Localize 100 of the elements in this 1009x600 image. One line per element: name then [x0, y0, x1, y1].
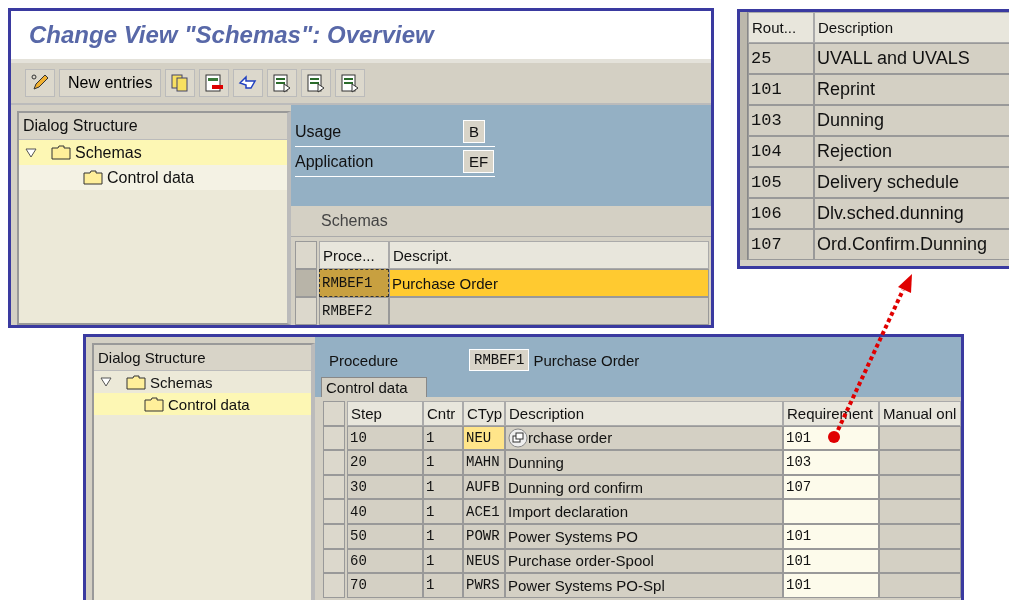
table-cell: POWR — [463, 523, 505, 549]
table-cell: 50 — [347, 523, 423, 549]
table-cell: 25 — [748, 43, 814, 74]
row-selector[interactable] — [323, 523, 345, 549]
table-cell: ACE1 — [463, 499, 505, 524]
select-button[interactable] — [267, 69, 298, 97]
row-selector[interactable] — [740, 229, 748, 260]
select-button[interactable] — [301, 69, 332, 97]
column-header[interactable]: CTyp — [463, 401, 505, 426]
cell-text: Power Systems PO-Spl — [508, 576, 665, 594]
input-field[interactable]: 107 — [783, 474, 879, 500]
table-cell: Rejection — [814, 136, 1009, 167]
tree-item[interactable]: Schemas — [94, 371, 311, 393]
table-cell: 70 — [347, 573, 423, 598]
select-button[interactable] — [335, 69, 366, 97]
table-cell: 1 — [423, 523, 463, 549]
table-cell: 1 — [423, 450, 463, 475]
table-cell: Dunning — [814, 105, 1009, 136]
table-cell: 104 — [748, 136, 814, 167]
table-cell: Reprint — [814, 74, 1009, 105]
folder-icon — [51, 145, 71, 160]
cell-text: rchase order — [528, 429, 613, 447]
row-selector[interactable] — [740, 12, 748, 43]
folder-icon — [126, 374, 146, 390]
list-select-icon — [340, 73, 361, 93]
delete-row-icon — [204, 73, 225, 93]
window-title: Change View "Schemas": Overview — [29, 21, 434, 49]
table-cell: 1 — [423, 573, 463, 598]
input-field[interactable]: 103 — [783, 450, 879, 475]
new-entries-button[interactable]: New entries — [59, 69, 162, 97]
column-header[interactable]: Manual onl — [879, 401, 961, 426]
row-selector[interactable] — [323, 425, 345, 451]
column-header[interactable]: Description — [814, 12, 1009, 43]
row-selector[interactable] — [295, 269, 317, 297]
table-cell: MAHN — [463, 450, 505, 475]
tab[interactable]: Control data — [321, 377, 427, 397]
cell-text: Power Systems PO — [508, 527, 639, 545]
table-cell: 30 — [347, 474, 423, 500]
tree-item[interactable]: Control data — [19, 165, 287, 190]
table-cell: Dlv.sched.dunning — [814, 198, 1009, 229]
row-selector[interactable] — [323, 474, 345, 500]
table-cell: Ord.Confirm.Dunning — [814, 229, 1009, 260]
row-selector[interactable] — [323, 450, 345, 475]
table-cell: RMBEF1 — [319, 269, 389, 297]
row-selector[interactable] — [323, 548, 345, 574]
table-cell: NEUS — [463, 548, 505, 574]
table-cell: 107 — [748, 229, 814, 260]
copy-icon — [170, 73, 191, 93]
list-select-icon — [306, 73, 327, 93]
field-value: B — [463, 120, 485, 143]
table-cell: 1 — [423, 548, 463, 574]
cell-text: Import declaration — [508, 503, 629, 521]
input-field[interactable]: 101 — [783, 573, 879, 598]
table-cell: 10 — [347, 425, 423, 451]
table-cell: 106 — [748, 198, 814, 229]
expand-caret-icon — [25, 147, 37, 158]
column-header[interactable]: Step — [347, 401, 423, 426]
table-cell: AUFB — [463, 474, 505, 500]
field-description: Purchase Order — [533, 351, 640, 369]
table-cell: 105 — [748, 167, 814, 198]
input-field[interactable] — [783, 499, 879, 524]
column-header[interactable]: Rout... — [748, 12, 814, 43]
table-cell: UVALL and UVALS — [814, 43, 1009, 74]
row-selector[interactable] — [323, 499, 345, 524]
input-field[interactable]: 101 — [783, 523, 879, 549]
tree-item[interactable]: Schemas — [19, 140, 287, 165]
panel-header: Dialog Structure — [94, 345, 311, 371]
field-label: Usage — [295, 122, 343, 141]
row-selector[interactable] — [295, 297, 317, 325]
column-header[interactable]: Descript. — [389, 241, 709, 269]
expand-caret-icon — [100, 377, 112, 387]
field-label: Procedure — [329, 351, 400, 369]
popup-icon — [508, 427, 528, 448]
cell-text: Purchase order-Spool — [508, 552, 654, 570]
undo-button[interactable] — [233, 69, 264, 97]
row-selector[interactable] — [295, 241, 317, 269]
row-selector[interactable] — [323, 573, 345, 598]
cell-text: Dunning ord confirm — [508, 478, 644, 496]
table-cell: RMBEF2 — [319, 297, 389, 325]
field-label: Application — [295, 152, 375, 171]
table-cell: PWRS — [463, 573, 505, 598]
pencil-icon — [30, 73, 50, 93]
panel-header: Dialog Structure — [19, 113, 287, 140]
copy-button[interactable] — [165, 69, 196, 97]
table-cell: NEU — [463, 425, 505, 451]
column-header[interactable]: Cntr — [423, 401, 463, 426]
row-selector[interactable] — [323, 401, 345, 426]
table-cell: 1 — [423, 499, 463, 524]
table-cell: 1 — [423, 474, 463, 500]
input-field[interactable]: 101 — [783, 548, 879, 574]
cell-text: Dunning — [508, 454, 564, 471]
tree-item[interactable]: Control data — [94, 393, 311, 415]
column-header[interactable]: Requirement — [783, 401, 879, 426]
folder-icon — [144, 396, 164, 412]
column-header[interactable]: Description — [505, 401, 783, 426]
delete-button[interactable] — [199, 69, 230, 97]
table-cell: 101 — [748, 74, 814, 105]
column-header[interactable]: Proce... — [319, 241, 389, 269]
list-select-icon — [272, 73, 293, 93]
table-title: Schemas — [291, 206, 711, 237]
